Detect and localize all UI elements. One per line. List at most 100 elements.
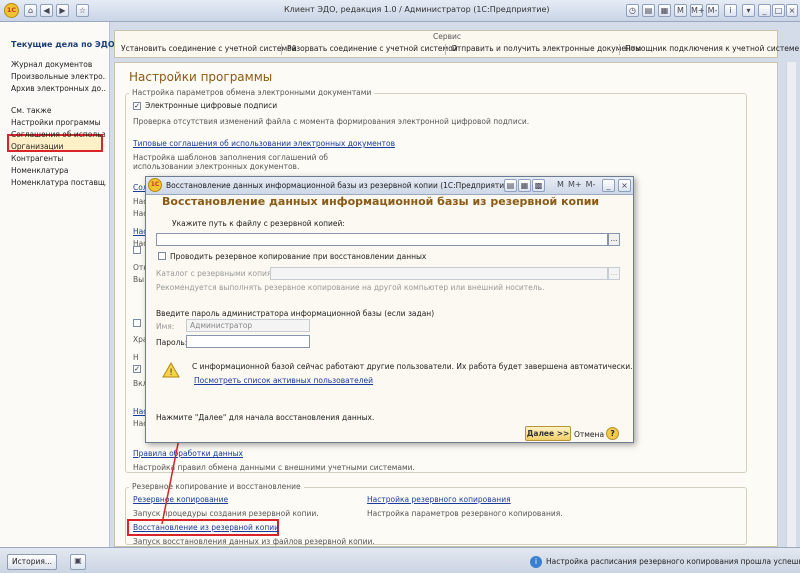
app-logo-icon[interactable]: 1С bbox=[4, 3, 19, 18]
typical-agreements-desc: Настройка шаблонов заполнения соглашений… bbox=[133, 153, 329, 171]
next-button[interactable]: Далее >> bbox=[525, 426, 571, 441]
dialog-window-title: Восстановление данных информационной баз… bbox=[166, 181, 512, 190]
title-bar: 1С ⌂ ◀ ▶ ☆ Клиент ЭДО, редакция 1.0 / Ад… bbox=[0, 0, 800, 22]
menu-icon[interactable]: ▾ bbox=[742, 4, 755, 17]
digital-signatures-checkbox[interactable]: ✓ bbox=[133, 102, 141, 110]
dialog-title-bar: 1С Восстановление данных информационной … bbox=[146, 177, 633, 195]
minimize-icon[interactable]: _ bbox=[602, 179, 615, 192]
partial-checkbox[interactable]: ✓ bbox=[133, 365, 141, 373]
help-icon[interactable]: ? bbox=[606, 427, 619, 440]
path-label: Укажите путь к файлу с резервной копией: bbox=[172, 219, 345, 228]
window-title: Клиент ЭДО, редакция 1.0 / Администратор… bbox=[284, 5, 550, 14]
save-icon[interactable]: ▤ bbox=[642, 4, 655, 17]
connection-wizard-button[interactable]: Помощник подключения к учетной системе bbox=[625, 44, 799, 53]
partial-checkbox[interactable] bbox=[133, 319, 141, 327]
memory-plus-icon[interactable]: M+ bbox=[690, 4, 705, 17]
memory-icon[interactable]: M bbox=[554, 179, 567, 192]
sidebar-item-journal[interactable]: Журнал документов bbox=[11, 60, 106, 69]
separator bbox=[619, 44, 620, 55]
backup-group-label: Резервное копирование и восстановление bbox=[129, 482, 304, 491]
partial-text: Вы bbox=[133, 275, 145, 284]
status-message: Настройка расписания резервного копирова… bbox=[546, 557, 800, 566]
windows-icon[interactable]: ▣ bbox=[70, 554, 86, 570]
backup-dir-hint: Рекомендуется выполнять резервное копиро… bbox=[156, 283, 545, 292]
backup-settings-link[interactable]: Настройка резервного копирования bbox=[367, 495, 511, 504]
sidebar-item-arbitrary-docs[interactable]: Произвольные электро... bbox=[11, 72, 106, 81]
connect-button[interactable]: Установить соединение с учетной системой bbox=[121, 44, 297, 53]
calculator-icon[interactable]: ▩ bbox=[532, 179, 545, 192]
backup-on-restore-label: Проводить резервное копирование при восс… bbox=[170, 252, 427, 261]
exchange-rules-desc: Настройка правил обмена данными с внешни… bbox=[133, 463, 415, 472]
backup-link[interactable]: Резервное копирование bbox=[133, 495, 228, 504]
backup-dir-label: Каталог с резервными копиями: bbox=[156, 269, 285, 278]
app-logo-icon: 1С bbox=[148, 178, 162, 192]
sidebar: Текущие дела по ЭДО Журнал документов Пр… bbox=[0, 22, 115, 547]
service-title: Сервис bbox=[432, 32, 462, 41]
service-panel: Сервис Установить соединение с учетной с… bbox=[114, 30, 799, 58]
scrollbar[interactable] bbox=[786, 62, 796, 547]
disconnect-button[interactable]: Разорвать соединение с учетной системой bbox=[287, 44, 458, 53]
memory-icon[interactable]: M bbox=[674, 4, 687, 17]
next-hint: Нажмите "Далее" для начала восстановлени… bbox=[156, 413, 375, 422]
save-icon[interactable]: ▤ bbox=[504, 179, 517, 192]
page-title: Настройки программы bbox=[129, 70, 273, 84]
memory-minus-icon[interactable]: M- bbox=[706, 4, 719, 17]
calculator-icon[interactable]: ▦ bbox=[658, 4, 671, 17]
warning-icon: ! bbox=[162, 362, 180, 378]
browse-dir-button: ... bbox=[608, 267, 620, 280]
forward-icon[interactable]: ▶ bbox=[56, 4, 69, 17]
svg-text:!: ! bbox=[169, 368, 173, 378]
restore-dialog: 1С Восстановление данных информационной … bbox=[145, 176, 634, 443]
favorites-star-icon[interactable]: ☆ bbox=[76, 4, 89, 17]
group-label: Настройка параметров обмена электронными… bbox=[129, 88, 375, 97]
close-icon[interactable]: × bbox=[618, 179, 631, 192]
memory-plus-icon[interactable]: M+ bbox=[568, 179, 582, 192]
backup-settings-desc: Настройка параметров резервного копирова… bbox=[367, 509, 563, 518]
close-icon[interactable]: × bbox=[786, 4, 798, 17]
info-icon[interactable]: i bbox=[724, 4, 737, 17]
active-users-link[interactable]: Посмотреть список активных пользователей bbox=[194, 376, 373, 385]
sidebar-item-archive[interactable]: Архив электронных до... bbox=[11, 84, 106, 93]
password-label: Пароль: bbox=[156, 338, 188, 347]
sidebar-item-organizations[interactable]: Организации bbox=[11, 142, 106, 151]
sidebar-item-nomenclature[interactable]: Номенклатура bbox=[11, 166, 106, 175]
sidebar-section-see-also: См. также bbox=[11, 106, 52, 115]
cancel-button[interactable]: Отмена bbox=[574, 430, 604, 439]
separator bbox=[445, 44, 446, 55]
sidebar-item-supplier-nomenclature[interactable]: Номенклатура поставщ... bbox=[11, 178, 106, 187]
minimize-icon[interactable]: _ bbox=[758, 4, 771, 17]
admin-name-input: Администратор bbox=[186, 319, 310, 332]
send-receive-button[interactable]: Отправить и получить электронные докумен… bbox=[451, 44, 641, 53]
restore-link[interactable]: Восстановление из резервной копии bbox=[133, 523, 279, 532]
partial-checkbox[interactable] bbox=[133, 246, 141, 254]
history-button[interactable]: История... bbox=[7, 554, 57, 570]
digital-signatures-desc: Проверка отсутствия изменений файла с мо… bbox=[133, 117, 530, 126]
home-icon[interactable]: ⌂ bbox=[24, 4, 37, 17]
browse-path-button[interactable]: ... bbox=[608, 233, 620, 246]
name-label: Имя: bbox=[156, 322, 175, 331]
info-icon: i bbox=[530, 556, 542, 568]
status-bar: История... ▣ i Настройка расписания резе… bbox=[0, 547, 800, 573]
history-icon[interactable]: ◷ bbox=[626, 4, 639, 17]
admin-password-input[interactable] bbox=[186, 335, 310, 348]
typical-agreements-link[interactable]: Типовые соглашения об использовании элек… bbox=[133, 139, 395, 148]
backup-file-path-input[interactable] bbox=[156, 233, 608, 246]
sidebar-item-agreements[interactable]: Соглашения об использ... bbox=[11, 130, 106, 139]
backup-desc: Запуск процедуры создания резервной копи… bbox=[133, 509, 319, 518]
dialog-heading: Восстановление данных информационной баз… bbox=[162, 195, 600, 208]
maximize-icon[interactable]: □ bbox=[772, 4, 785, 17]
admin-password-label: Введите пароль администратора информацио… bbox=[156, 309, 435, 318]
sidebar-header: Текущие дела по ЭДО bbox=[11, 40, 115, 49]
memory-minus-icon[interactable]: M- bbox=[584, 179, 597, 192]
calendar-icon[interactable]: ▦ bbox=[518, 179, 531, 192]
restore-desc: Запуск восстановления данных из файлов р… bbox=[133, 537, 375, 546]
separator bbox=[281, 44, 282, 55]
exchange-rules-link[interactable]: Правила обработки данных bbox=[133, 449, 243, 458]
sidebar-item-settings[interactable]: Настройки программы bbox=[11, 118, 106, 127]
users-warning-text: С информационной базой сейчас работают д… bbox=[192, 362, 633, 371]
backup-dir-input bbox=[270, 267, 608, 280]
partial-group-label: Н bbox=[133, 353, 139, 362]
sidebar-item-counterparties[interactable]: Контрагенты bbox=[11, 154, 106, 163]
backup-on-restore-checkbox[interactable] bbox=[158, 252, 166, 260]
back-icon[interactable]: ◀ bbox=[40, 4, 53, 17]
